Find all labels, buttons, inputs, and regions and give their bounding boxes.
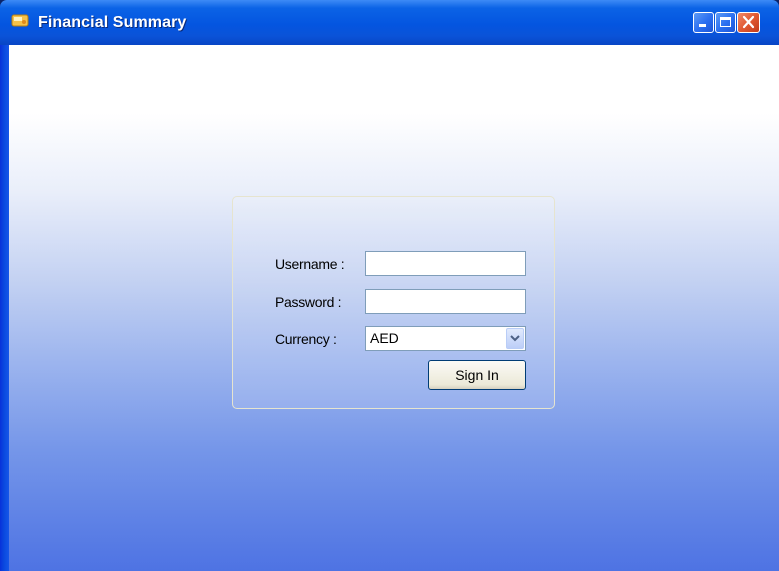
username-label: Username : [275, 256, 345, 272]
client-area: Username : Password : Currency : AED Sig… [9, 45, 779, 571]
app-window: Financial Summary Username : Password : … [0, 0, 779, 571]
username-input[interactable] [365, 251, 526, 276]
close-icon [742, 15, 755, 29]
password-label: Password : [275, 294, 342, 310]
close-button[interactable] [737, 12, 760, 33]
sign-in-button[interactable]: Sign In [428, 360, 526, 390]
minimize-icon [699, 24, 706, 27]
chevron-down-icon [510, 335, 520, 342]
password-input[interactable] [365, 289, 526, 314]
maximize-button[interactable] [715, 12, 736, 33]
maximize-icon [720, 17, 731, 27]
currency-selected-value: AED [370, 330, 399, 346]
minimize-button[interactable] [693, 12, 714, 33]
window-title: Financial Summary [38, 14, 187, 31]
dropdown-arrow-button[interactable] [506, 328, 524, 349]
currency-label: Currency : [275, 331, 337, 347]
app-icon[interactable] [11, 13, 29, 27]
title-bar[interactable]: Financial Summary [0, 0, 779, 45]
window-frame [0, 45, 9, 571]
currency-dropdown[interactable]: AED [365, 326, 526, 351]
